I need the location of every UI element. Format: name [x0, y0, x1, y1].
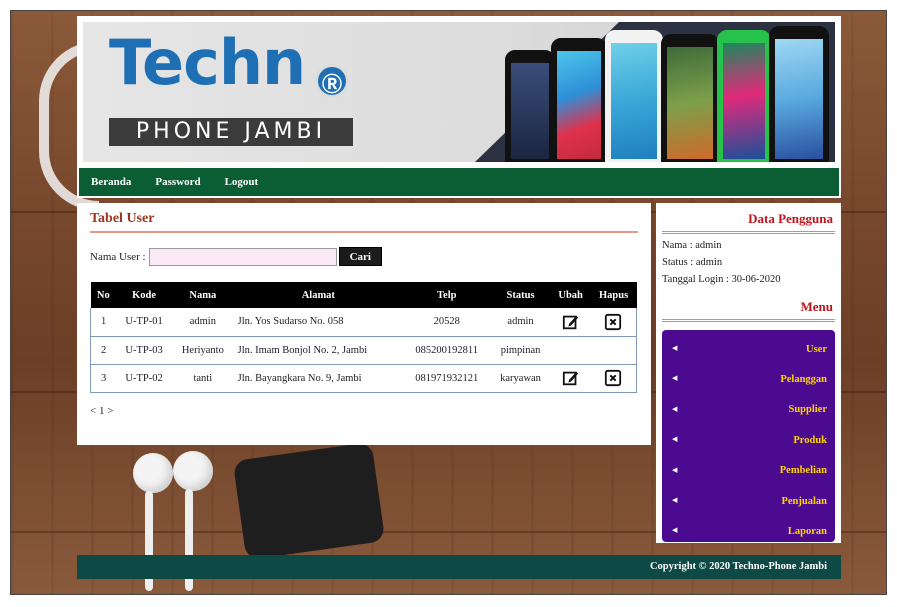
sidebar: Data Pengguna Nama : admin Status : admi…	[656, 203, 841, 543]
cell-kode: U-TP-02	[116, 364, 173, 393]
menu-item-label: Laporan	[787, 526, 827, 538]
menu-item-user[interactable]: ◀ User	[662, 334, 835, 364]
cell-nama: Heriyanto	[172, 336, 234, 365]
cell-hapus	[590, 336, 637, 365]
cell-hapus	[590, 364, 637, 393]
user-info-name: Nama : admin	[662, 240, 722, 251]
earbud-decoration	[173, 451, 213, 491]
user-info-login-date: Tanggal Login : 30-06-2020	[662, 274, 781, 285]
column-header-telp: Telp	[403, 282, 491, 308]
cell-ubah	[550, 364, 591, 393]
search-form: Nama User : Cari	[90, 247, 638, 266]
page-title: Tabel User	[90, 211, 638, 233]
user-table: No Kode Nama Alamat Telp Status Ubah Hap…	[90, 282, 637, 393]
cell-ubah	[550, 336, 591, 365]
user-info-status: Status : admin	[662, 257, 723, 268]
triangle-left-icon: ◀	[672, 495, 678, 504]
delete-icon[interactable]	[604, 313, 622, 331]
menu-item-label: User	[806, 343, 827, 355]
edit-icon[interactable]	[562, 313, 580, 331]
menu-item-supplier[interactable]: ◀ Supplier	[662, 395, 835, 425]
menu-item-label: Pelanggan	[780, 374, 827, 386]
nav-bar: Beranda Password Logout	[77, 166, 841, 198]
menu-item-pelanggan[interactable]: ◀ Pelanggan	[662, 364, 835, 394]
search-button[interactable]: Cari	[338, 247, 382, 266]
cell-alamat: Jln. Yos Sudarso No. 058	[233, 308, 404, 337]
cell-nama: tanti	[172, 364, 234, 393]
menu-item-label: Penjualan	[781, 495, 827, 507]
column-header-hapus: Hapus	[590, 282, 637, 308]
triangle-left-icon: ◀	[672, 465, 678, 474]
cell-alamat: Jln. Bayangkara No. 9, Jambi	[233, 364, 404, 393]
triangle-left-icon: ◀	[672, 404, 678, 413]
delete-icon[interactable]	[604, 369, 622, 387]
nav-bar-inner: Beranda Password Logout	[79, 168, 839, 196]
side-menu: ◀ User ◀ Pelanggan ◀ Supplier ◀ Produk ◀ Pemb…	[662, 330, 835, 542]
cell-nama: admin	[172, 308, 234, 337]
header: Techn Ⓡ PHONE JAMBI	[77, 16, 841, 166]
menu-item-label: Pembelian	[779, 465, 827, 477]
nav-link-password[interactable]: Password	[155, 176, 200, 188]
column-header-alamat: Alamat	[233, 282, 404, 308]
cell-alamat: Jln. Imam Bonjol No. 2, Jambi	[233, 336, 404, 365]
cell-ubah	[550, 308, 591, 337]
cell-no: 1	[90, 308, 117, 337]
menu-item-label: Supplier	[788, 404, 827, 416]
cell-status: pimpinan	[490, 336, 551, 365]
cell-telp: 081971932121	[403, 364, 491, 393]
cell-status: admin	[490, 308, 551, 337]
triangle-left-icon: ◀	[672, 344, 678, 352]
phone-image	[661, 34, 719, 162]
phone-image	[551, 38, 607, 162]
user-info: Nama : admin Status : admin Tanggal Logi…	[662, 238, 835, 287]
footer: Copyright © 2020 Techno-Phone Jambi	[77, 555, 841, 579]
cell-status: karyawan	[490, 364, 551, 393]
menu-item-laporan[interactable]: ◀ Laporan	[662, 516, 835, 546]
cell-kode: U-TP-03	[116, 336, 173, 365]
phone-decoration	[232, 441, 386, 561]
menu-item-pembelian[interactable]: ◀ Pembelian	[662, 456, 835, 486]
triangle-left-icon: ◀	[672, 526, 678, 535]
triangle-left-icon: ◀	[672, 435, 678, 444]
edit-icon[interactable]	[562, 369, 580, 387]
column-header-ubah: Ubah	[550, 282, 591, 308]
cell-no: 2	[90, 336, 117, 365]
column-header-no: No	[90, 282, 117, 308]
menu-item-produk[interactable]: ◀ Produk	[662, 425, 835, 455]
nav-link-beranda[interactable]: Beranda	[91, 176, 131, 188]
earbud-decoration	[133, 453, 173, 493]
logo-title: Techn	[109, 26, 306, 99]
column-header-nama: Nama	[172, 282, 234, 308]
column-header-status: Status	[490, 282, 551, 308]
pagination[interactable]: < 1 >	[90, 405, 638, 417]
main-panel: Tabel User Nama User : Cari No Kode Nama…	[77, 203, 651, 445]
phone-image	[769, 26, 829, 162]
cell-kode: U-TP-01	[116, 308, 173, 337]
table-header-row: No Kode Nama Alamat Telp Status Ubah Hap…	[90, 282, 637, 308]
menu-title: Menu	[662, 297, 835, 322]
table-row: 2 U-TP-03 Heriyanto Jln. Imam Bonjol No.…	[90, 336, 637, 365]
banner: Techn Ⓡ PHONE JAMBI	[83, 22, 835, 162]
logo-subtitle: PHONE JAMBI	[109, 118, 353, 146]
cell-no: 3	[90, 364, 117, 393]
menu-item-label: Produk	[793, 434, 827, 446]
nav-link-logout[interactable]: Logout	[225, 176, 259, 188]
phone-image	[717, 30, 771, 162]
triangle-left-icon: ◀	[672, 374, 678, 383]
search-label: Nama User :	[90, 250, 146, 263]
logo-badge-icon: Ⓡ	[315, 64, 349, 98]
user-info-title: Data Pengguna	[662, 209, 835, 234]
cell-hapus	[590, 308, 637, 337]
phone-image	[605, 30, 663, 162]
search-input[interactable]	[148, 247, 337, 266]
table-row: 3 U-TP-02 tanti Jln. Bayangkara No. 9, J…	[90, 364, 637, 393]
column-header-kode: Kode	[116, 282, 173, 308]
cell-telp: 085200192811	[403, 336, 491, 365]
cell-telp: 20528	[403, 308, 491, 337]
menu-item-penjualan[interactable]: ◀ Penjualan	[662, 486, 835, 516]
phone-image	[505, 50, 555, 162]
table-row: 1 U-TP-01 admin Jln. Yos Sudarso No. 058…	[90, 308, 637, 337]
